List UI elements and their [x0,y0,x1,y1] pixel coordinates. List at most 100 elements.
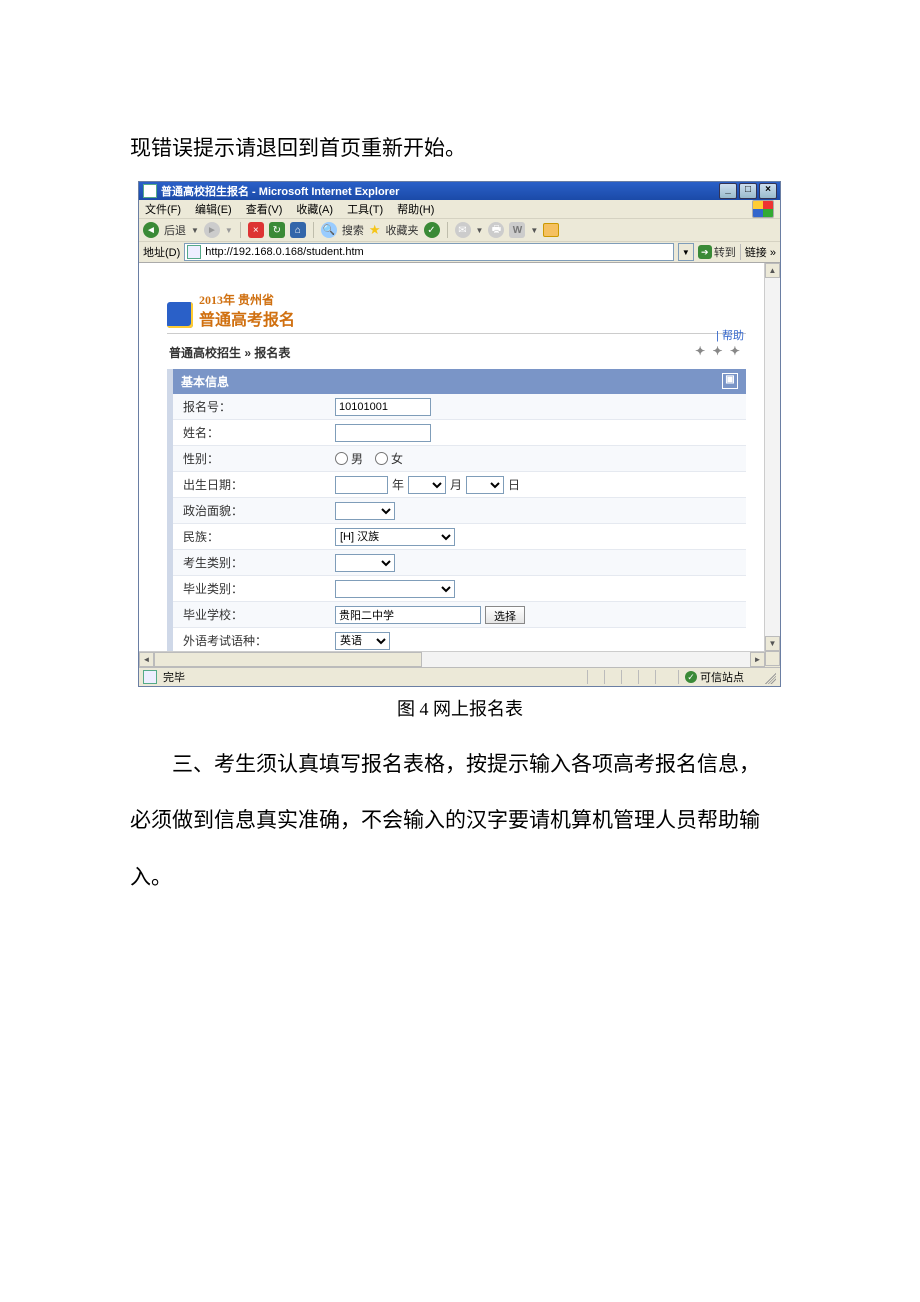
row-gender: 性别： 男 女 [173,446,746,472]
go-arrow-icon: ➔ [698,245,712,259]
scroll-left-icon[interactable]: ◄ [139,652,154,667]
minimize-button[interactable]: _ [719,183,737,199]
address-input[interactable]: http://192.168.0.168/student.htm [184,243,674,261]
choose-school-button[interactable]: 选择 [485,606,525,624]
select-nation[interactable]: [H] 汉族 [335,528,455,546]
maximize-button[interactable]: □ [739,183,757,199]
doc-text-line: 现错误提示请退回到首页重新开始。 [130,125,790,171]
doc-para-1: 三、考生须认真填写报名表格，按提示输入各项高考报名信息， [130,741,790,787]
horizontal-scrollbar[interactable]: ◄ ► [139,651,765,667]
window-title: 普通高校招生报名 - Microsoft Internet Explorer [161,183,399,199]
doc-para-3: 入。 [130,854,790,900]
row-reg-no: 报名号： [173,394,746,420]
close-button[interactable]: × [759,183,777,199]
toolbar-separator [447,222,448,238]
menu-help[interactable]: 帮助(H) [397,201,434,217]
trusted-zone: ✓ 可信站点 [678,670,750,684]
label-dob: 出生日期： [173,472,329,497]
page-done-icon [143,670,157,684]
menu-tools[interactable]: 工具(T) [347,201,383,217]
unit-month: 月 [450,476,462,493]
menu-edit[interactable]: 编辑(E) [195,201,232,217]
menu-view[interactable]: 查看(V) [246,201,283,217]
input-dob-year[interactable] [335,476,388,494]
select-grad-type[interactable] [335,580,455,598]
select-dob-day[interactable] [466,476,504,494]
label-reg-no: 报名号： [173,394,329,419]
row-politics: 政治面貌： [173,498,746,524]
menu-file[interactable]: 文件(F) [145,201,181,217]
label-grad-type: 毕业类别： [173,576,329,601]
stop-icon[interactable]: × [248,222,264,238]
edit-icon[interactable]: W [509,222,525,238]
scroll-thumb[interactable] [154,652,422,667]
unit-year: 年 [392,476,404,493]
mail-icon[interactable]: ✉ [455,222,471,238]
label-name: 姓名： [173,420,329,445]
back-label[interactable]: 后退 [164,222,186,238]
history-icon[interactable]: ✓ [424,222,440,238]
section-header-basic: 基本信息 ▣ [173,369,746,394]
select-politics[interactable] [335,502,395,520]
label-lang: 外语考试语种： [173,628,329,651]
input-grad-school[interactable] [335,606,481,624]
page-icon [143,184,157,198]
label-nation: 民族： [173,524,329,549]
input-reg-no[interactable] [335,398,431,416]
select-dob-month[interactable] [408,476,446,494]
radio-female[interactable] [375,452,388,465]
unit-day: 日 [508,476,520,493]
row-name: 姓名： [173,420,746,446]
select-lang[interactable]: 英语 [335,632,390,650]
print-icon[interactable]: 🖶 [488,222,504,238]
window-titlebar: 普通高校招生报名 - Microsoft Internet Explorer _… [139,182,780,200]
search-label[interactable]: 搜索 [342,222,364,238]
search-icon[interactable]: 🔍 [321,222,337,238]
menu-fav[interactable]: 收藏(A) [296,201,333,217]
favorites-icon[interactable]: ★ [369,222,381,238]
row-dob: 出生日期： 年 月 日 [173,472,746,498]
label-gender: 性别： [173,446,329,471]
back-icon[interactable]: ◄ [143,222,159,238]
row-grad-type: 毕业类别： [173,576,746,602]
collapse-icon[interactable]: ▣ [722,373,738,389]
back-dropdown-icon[interactable]: ▼ [191,226,199,235]
label-politics: 政治面貌： [173,498,329,523]
toolbar-separator [313,222,314,238]
links-label[interactable]: 链接 » [740,244,776,260]
edit-dropdown-icon[interactable]: ▼ [530,226,538,235]
trusted-icon: ✓ [685,671,697,683]
label-cand-type: 考生类别： [173,550,329,575]
label-female: 女 [391,450,403,467]
mail-dropdown-icon[interactable]: ▼ [476,226,484,235]
label-male: 男 [351,450,363,467]
address-dropdown-icon[interactable]: ▼ [678,243,694,261]
page-icon [187,245,201,259]
select-cand-type[interactable] [335,554,395,572]
brand-title: 普通高考报名 [199,306,295,330]
ie-window: 普通高校招生报名 - Microsoft Internet Explorer _… [138,181,781,687]
scroll-corner [765,651,780,666]
favorites-label[interactable]: 收藏夹 [386,222,419,238]
vertical-scrollbar[interactable]: ▲ ▼ [764,263,780,651]
go-button[interactable]: ➔ 转到 [698,244,736,260]
scroll-right-icon[interactable]: ► [750,652,765,667]
label-grad-school: 毕业学校： [173,602,329,627]
home-icon[interactable]: ⌂ [290,222,306,238]
row-grad-school: 毕业学校： 选择 [173,602,746,628]
toolbar-separator [240,222,241,238]
resize-grip-icon[interactable] [762,670,776,684]
breadcrumb-actions-icon[interactable]: ✦ ✦ ✦ [695,344,742,358]
folder-icon[interactable] [543,223,559,237]
scroll-up-icon[interactable]: ▲ [765,263,780,278]
input-name[interactable] [335,424,431,442]
refresh-icon[interactable]: ↻ [269,222,285,238]
address-bar: 地址(D) http://192.168.0.168/student.htm ▼… [139,242,780,263]
radio-male[interactable] [335,452,348,465]
divider [167,333,746,334]
trusted-label: 可信站点 [700,669,744,685]
row-cand-type: 考生类别： [173,550,746,576]
windows-logo-icon [752,200,774,218]
breadcrumb: 普通高校招生 » 报名表 ✦ ✦ ✦ [167,338,746,367]
scroll-down-icon[interactable]: ▼ [765,636,780,651]
